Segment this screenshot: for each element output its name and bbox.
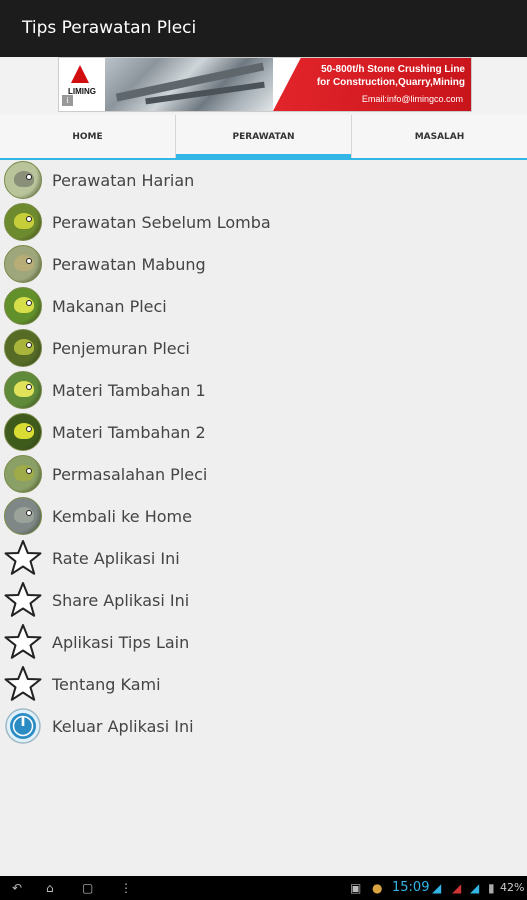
ad-headline-2: for Construction,Quarry,Mining <box>316 77 465 88</box>
tab-perawatan-label: PERAWATAN <box>232 131 295 142</box>
menu-item[interactable]: Materi Tambahan 1 <box>0 370 527 412</box>
menu-item[interactable]: Perawatan Mabung <box>0 244 527 286</box>
menu-item-label: Perawatan Sebelum Lomba <box>52 213 271 232</box>
signal-off-icon: ◢ <box>452 881 462 895</box>
menu-item[interactable]: Perawatan Sebelum Lomba <box>0 202 527 244</box>
liming-logo-mark <box>71 65 89 83</box>
menu-item[interactable]: Keluar Aplikasi Ini <box>0 706 527 748</box>
menu-item-label: Materi Tambahan 2 <box>52 423 206 442</box>
bird-icon <box>4 287 42 325</box>
menu-item-label: Kembali ke Home <box>52 507 192 526</box>
star-icon <box>4 581 42 619</box>
menu-item-label: Tentang Kami <box>52 675 161 694</box>
menu-item-label: Perawatan Harian <box>52 171 195 190</box>
app-title: Tips Perawatan Pleci <box>22 18 197 38</box>
menu-item-label: Penjemuran Pleci <box>52 339 190 358</box>
menu-item-label: Aplikasi Tips Lain <box>52 633 190 652</box>
info-icon[interactable]: i <box>62 95 73 106</box>
menu-item[interactable]: Materi Tambahan 2 <box>0 412 527 454</box>
action-bar: Tips Perawatan Pleci <box>0 0 527 57</box>
notification-icon: ● <box>372 881 383 895</box>
menu-item[interactable]: Rate Aplikasi Ini <box>0 538 527 580</box>
bird-icon <box>4 371 42 409</box>
menu-item[interactable]: Kembali ke Home <box>0 496 527 538</box>
menu-item-label: Makanan Pleci <box>52 297 167 316</box>
recent-apps-icon[interactable]: ▢ <box>82 881 93 895</box>
menu-item[interactable]: Makanan Pleci <box>0 286 527 328</box>
system-nav-bar: ↶ ⌂ ▢ ⋮ ▣ ● 15:09 ◢ ◢ ◢ ▮ 42% <box>0 876 527 900</box>
tab-perawatan[interactable]: PERAWATAN <box>176 115 351 158</box>
bird-icon <box>4 329 42 367</box>
tab-masalah-label: MASALAH <box>414 131 465 142</box>
ad-banner[interactable]: LIMING i 50-800t/h Stone Crushing Line f… <box>58 57 472 112</box>
star-icon <box>4 623 42 661</box>
battery-icon: ▮ <box>488 881 495 895</box>
bird-icon <box>4 497 42 535</box>
wifi-icon: ◢ <box>432 881 442 895</box>
star-icon <box>4 539 42 577</box>
star-icon <box>4 665 42 703</box>
menu-item-label: Rate Aplikasi Ini <box>52 549 180 568</box>
menu-item-label: Perawatan Mabung <box>52 255 206 274</box>
menu-item-label: Materi Tambahan 1 <box>52 381 206 400</box>
tab-home-label: HOME <box>72 131 103 142</box>
menu-item[interactable]: Share Aplikasi Ini <box>0 580 527 622</box>
bird-icon <box>4 413 42 451</box>
ad-text-panel: 50-800t/h Stone Crushing Line for Constr… <box>273 58 471 111</box>
tab-bar: HOME PERAWATAN MASALAH <box>0 115 527 160</box>
tab-masalah[interactable]: MASALAH <box>352 115 527 158</box>
menu-item-label: Keluar Aplikasi Ini <box>52 717 194 736</box>
home-icon[interactable]: ⌂ <box>46 881 54 895</box>
menu-item-label: Permasalahan Pleci <box>52 465 208 484</box>
ad-container: LIMING i 50-800t/h Stone Crushing Line f… <box>0 57 527 115</box>
menu-item[interactable]: Perawatan Harian <box>0 160 527 202</box>
battery-percent: 42% <box>500 881 525 894</box>
bird-icon <box>4 161 42 199</box>
ad-image <box>105 58 273 111</box>
ad-headline-1: 50-800t/h Stone Crushing Line <box>321 64 465 75</box>
bird-icon <box>4 455 42 493</box>
menu-item[interactable]: Tentang Kami <box>0 664 527 706</box>
ad-logo: LIMING i <box>61 61 103 107</box>
bird-icon <box>4 203 42 241</box>
back-icon[interactable]: ↶ <box>12 881 22 895</box>
camera-icon: ▣ <box>350 881 362 895</box>
ad-email: Email:info@limingco.com <box>361 94 463 104</box>
menu-item[interactable]: Aplikasi Tips Lain <box>0 622 527 664</box>
signal-icon: ◢ <box>470 881 480 895</box>
menu-icon[interactable]: ⋮ <box>120 881 132 895</box>
status-clock: 15:09 <box>392 880 430 895</box>
power-icon <box>4 707 42 745</box>
bird-icon <box>4 245 42 283</box>
menu-item-label: Share Aplikasi Ini <box>52 591 190 610</box>
menu-item[interactable]: Penjemuran Pleci <box>0 328 527 370</box>
menu-item[interactable]: Permasalahan Pleci <box>0 454 527 496</box>
tab-home[interactable]: HOME <box>0 115 175 158</box>
